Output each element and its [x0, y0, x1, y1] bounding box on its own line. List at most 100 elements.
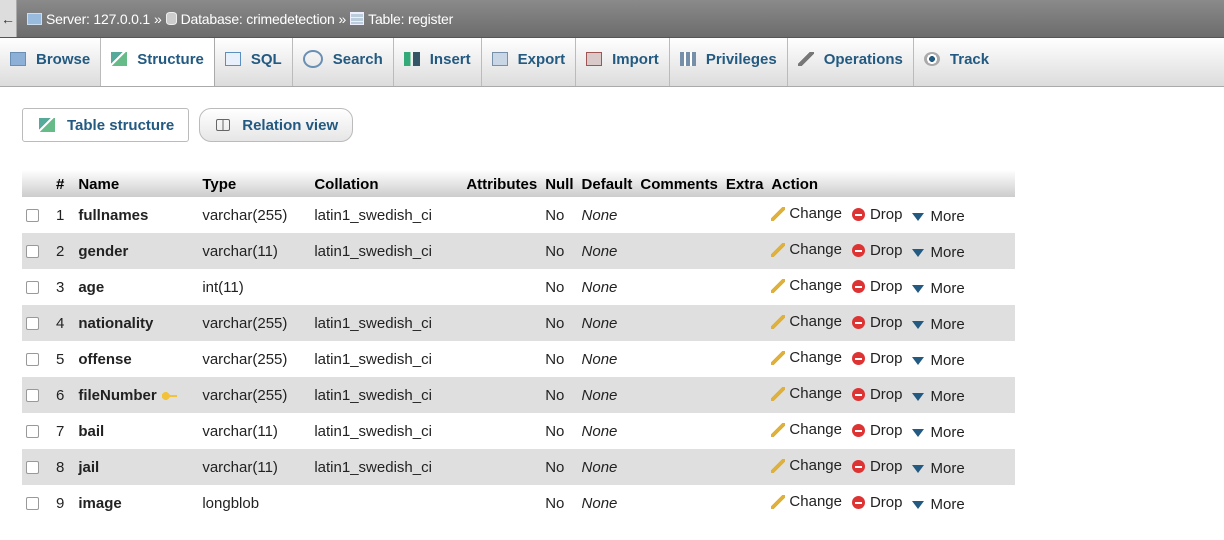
breadcrumb-table-label[interactable]: Table: register	[368, 11, 453, 27]
change-link[interactable]: Change	[771, 241, 842, 258]
breadcrumb-server[interactable]: Server: 127.0.0.1	[27, 11, 150, 27]
row-checkbox[interactable]	[26, 425, 39, 439]
table-structure-button[interactable]: Table structure	[22, 108, 190, 142]
row-checkbox[interactable]	[26, 497, 39, 511]
relation-view-button[interactable]: Relation view	[199, 108, 354, 142]
more-dropdown[interactable]: More	[912, 496, 965, 513]
change-label: Change	[789, 493, 842, 510]
column-name-label: gender	[78, 242, 129, 260]
drop-link[interactable]: Drop	[851, 458, 902, 475]
header-type[interactable]: Type	[198, 170, 311, 197]
table-row[interactable]: 4 nationality varchar(255) latin1_swedish_c…	[22, 305, 1016, 341]
tab-track[interactable]: Track	[914, 38, 999, 86]
table-row[interactable]: 6 fileNumber varchar(255) latin1_swedish_ci…	[22, 377, 1016, 413]
column-attributes	[462, 413, 541, 449]
table-row[interactable]: 8 jail varchar(11) latin1_swedish_ci No None C…	[22, 449, 1016, 485]
drop-link[interactable]: Drop	[851, 422, 902, 439]
tab-search[interactable]: Search	[293, 38, 394, 86]
more-dropdown[interactable]: More	[912, 280, 965, 297]
row-checkbox[interactable]	[26, 317, 39, 331]
header-name[interactable]: Name	[74, 170, 199, 197]
table-row[interactable]: 1 fullnames varchar(255) latin1_swedish_ci N…	[22, 197, 1015, 233]
table-row[interactable]: 7 bail varchar(11) latin1_swedish_ci No None C…	[22, 413, 1015, 449]
row-actions: Change Drop More	[767, 233, 1016, 269]
tab-label: Insert	[429, 50, 471, 68]
table-row[interactable]: 3 age int(11) No None Change Drop More	[22, 269, 1015, 305]
breadcrumb-table[interactable]: Table: register	[350, 11, 453, 27]
column-name-label: bail	[78, 422, 105, 440]
tab-privileges[interactable]: Privileges	[670, 38, 788, 86]
drop-link[interactable]: Drop	[851, 350, 902, 367]
more-dropdown[interactable]: More	[912, 352, 965, 369]
structure-icon	[111, 52, 128, 66]
row-checkbox[interactable]	[26, 461, 39, 475]
column-null: No	[545, 494, 565, 512]
tab-structure[interactable]: Structure	[101, 38, 215, 86]
drop-link[interactable]: Drop	[851, 386, 902, 403]
more-label: More	[930, 496, 965, 513]
more-dropdown[interactable]: More	[912, 388, 965, 405]
back-arrow-icon[interactable]: ←	[0, 0, 17, 37]
breadcrumb-database-label[interactable]: Database: crimedetection	[181, 11, 335, 27]
change-label: Change	[789, 421, 842, 438]
table-row[interactable]: 9 image longblob No None Change Drop More	[22, 485, 1015, 521]
change-link[interactable]: Change	[771, 277, 842, 294]
column-name-label: age	[78, 278, 105, 296]
header-attributes[interactable]: Attributes	[462, 170, 542, 197]
tab-import[interactable]: Import	[576, 38, 670, 86]
tab-insert[interactable]: Insert	[394, 38, 482, 86]
tab-operations[interactable]: Operations	[788, 38, 914, 86]
table-row[interactable]: 5 offense varchar(255) latin1_swedish_ci No N…	[22, 341, 1015, 377]
change-link[interactable]: Change	[771, 385, 842, 402]
drop-icon	[851, 351, 865, 365]
header-collation[interactable]: Collation	[310, 170, 463, 197]
column-name: image	[74, 485, 198, 521]
change-label: Change	[789, 385, 842, 402]
column-collation: latin1_swedish_ci	[310, 449, 463, 485]
table-row[interactable]: 2 gender varchar(11) latin1_swedish_ci No Non…	[22, 233, 1016, 269]
drop-link[interactable]: Drop	[851, 206, 902, 223]
column-null: No	[541, 233, 578, 269]
column-default: None	[577, 449, 637, 485]
change-link[interactable]: Change	[771, 457, 842, 474]
column-name-label: fileNumber	[78, 386, 157, 404]
row-checkbox[interactable]	[26, 209, 39, 223]
change-link[interactable]: Change	[771, 493, 842, 510]
breadcrumb-server-label[interactable]: Server: 127.0.0.1	[46, 11, 150, 27]
breadcrumb-database[interactable]: Database: crimedetection	[165, 11, 335, 27]
column-attributes	[462, 233, 542, 269]
drop-icon	[851, 459, 865, 473]
header-comments[interactable]: Comments	[636, 170, 722, 197]
drop-link[interactable]: Drop	[851, 494, 902, 511]
more-dropdown[interactable]: More	[912, 244, 965, 261]
more-dropdown[interactable]: More	[912, 208, 965, 225]
more-dropdown[interactable]: More	[912, 460, 965, 477]
tab-export[interactable]: Export	[482, 38, 577, 86]
change-link[interactable]: Change	[771, 421, 842, 438]
header-null[interactable]: Null	[541, 170, 578, 197]
more-dropdown[interactable]: More	[912, 424, 965, 441]
drop-link[interactable]: Drop	[851, 278, 902, 295]
relation-view-label: Relation view	[242, 116, 339, 134]
change-link[interactable]: Change	[771, 313, 842, 330]
row-checkbox[interactable]	[26, 245, 39, 259]
row-checkbox[interactable]	[26, 389, 39, 403]
tab-browse[interactable]: Browse	[0, 38, 102, 86]
pencil-icon	[771, 278, 786, 293]
drop-icon	[851, 495, 865, 509]
tab-sql[interactable]: SQL	[215, 38, 293, 86]
more-dropdown[interactable]: More	[912, 316, 965, 333]
header-extra[interactable]: Extra	[721, 170, 768, 197]
drop-link[interactable]: Drop	[851, 241, 903, 259]
change-link[interactable]: Change	[771, 205, 842, 222]
drop-link[interactable]: Drop	[851, 314, 902, 331]
row-checkbox[interactable]	[26, 353, 39, 367]
column-type: longblob	[202, 494, 260, 512]
header-default[interactable]: Default	[577, 170, 637, 197]
column-comments	[636, 269, 722, 305]
chevron-down-icon	[912, 428, 925, 437]
change-link[interactable]: Change	[771, 349, 842, 366]
row-checkbox[interactable]	[26, 281, 39, 295]
drop-label: Drop	[869, 241, 903, 259]
chevron-down-icon	[912, 464, 925, 473]
